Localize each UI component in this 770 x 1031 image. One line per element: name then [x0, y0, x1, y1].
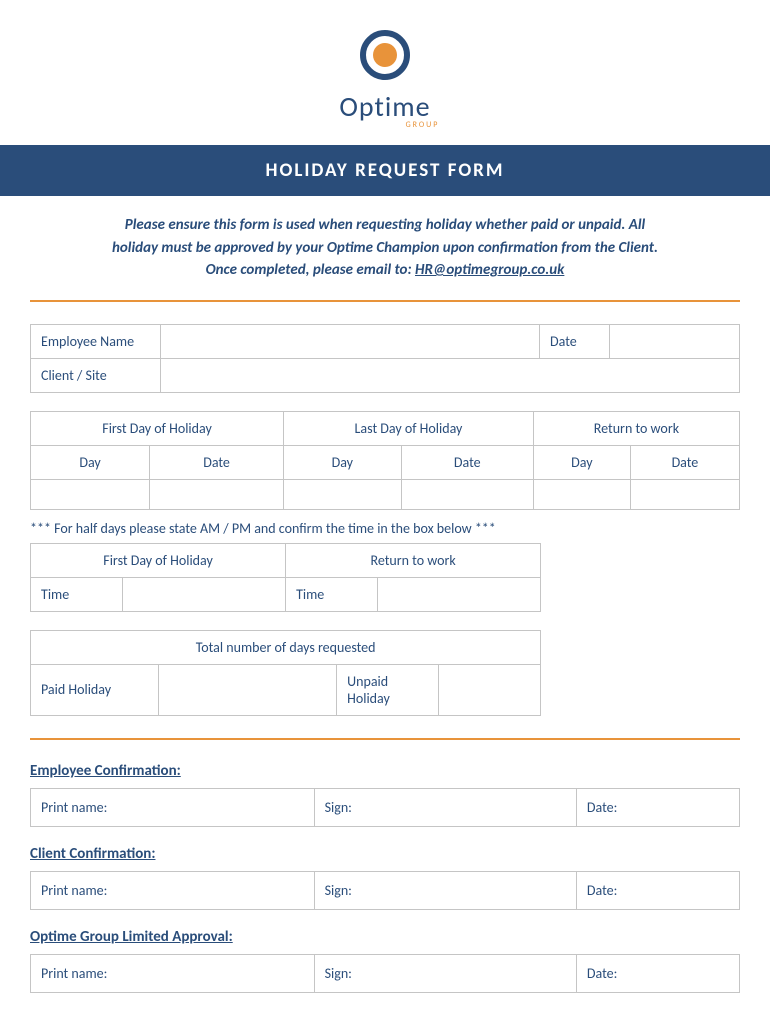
label-employee-name: Employee Name: [31, 324, 161, 358]
half-day-table: First Day of Holiday Return to work Time…: [30, 543, 541, 612]
table-row: Client / Site: [31, 358, 740, 392]
sub-date-2: Date: [401, 445, 533, 479]
input-return-day[interactable]: [533, 479, 630, 509]
instructions-block: Please ensure this form is used when req…: [30, 196, 740, 298]
table-row: First Day of Holiday Last Day of Holiday…: [31, 411, 740, 445]
holiday-dates-table: First Day of Holiday Last Day of Holiday…: [30, 411, 740, 510]
input-first-day[interactable]: [31, 479, 150, 509]
input-employee-name[interactable]: [161, 324, 540, 358]
label-client-date[interactable]: Date:: [576, 871, 739, 909]
instructions-line2: holiday must be approved by your Optime …: [112, 239, 658, 257]
label-client-sign[interactable]: Sign:: [314, 871, 576, 909]
header-hd-return: Return to work: [286, 543, 541, 577]
label-time-1: Time: [31, 577, 123, 611]
table-row: Paid Holiday Unpaid Holiday: [31, 664, 541, 715]
sub-day-3: Day: [533, 445, 630, 479]
page-container: Optime GROUP HOLIDAY REQUEST FORM Please…: [0, 0, 770, 1031]
table-row: Print name: Sign: Date:: [31, 788, 740, 826]
label-optime-print[interactable]: Print name:: [31, 954, 315, 992]
heading-optime-approval: Optime Group Limited Approval:: [30, 928, 740, 946]
label-client-site: Client / Site: [31, 358, 161, 392]
table-row: First Day of Holiday Return to work: [31, 543, 541, 577]
table-row: Total number of days requested: [31, 630, 541, 664]
label-time-2: Time: [286, 577, 378, 611]
sub-date-3: Date: [630, 445, 739, 479]
label-optime-sign[interactable]: Sign:: [314, 954, 576, 992]
instructions-line1: Please ensure this form is used when req…: [125, 216, 645, 234]
instructions-email: HR@optimegroup.co.uk: [415, 261, 564, 279]
employee-info-table: Employee Name Date Client / Site: [30, 324, 740, 393]
header-return: Return to work: [533, 411, 739, 445]
label-emp-print[interactable]: Print name:: [31, 788, 315, 826]
half-day-note: *** For half days please state AM / PM a…: [30, 520, 740, 537]
header-hd-first: First Day of Holiday: [31, 543, 286, 577]
input-return-date[interactable]: [630, 479, 739, 509]
logo-brand-text: Optime: [30, 89, 740, 124]
heading-employee-conf: Employee Confirmation:: [30, 762, 740, 780]
header-last-day: Last Day of Holiday: [284, 411, 534, 445]
table-row: Print name: Sign: Date:: [31, 954, 740, 992]
divider-orange-top: [30, 300, 740, 302]
header-total-days: Total number of days requested: [31, 630, 541, 664]
optime-approval-table: Print name: Sign: Date:: [30, 954, 740, 993]
heading-client-conf: Client Confirmation:: [30, 845, 740, 863]
sub-day-2: Day: [284, 445, 402, 479]
divider-orange-bottom: [30, 738, 740, 740]
table-row: [31, 479, 740, 509]
logo-area: Optime GROUP: [30, 20, 740, 145]
label-optime-date[interactable]: Date:: [576, 954, 739, 992]
table-row: Day Date Day Date Day Date: [31, 445, 740, 479]
sub-day-1: Day: [31, 445, 150, 479]
input-paid[interactable]: [158, 664, 337, 715]
client-confirmation-table: Print name: Sign: Date:: [30, 871, 740, 910]
table-row: Print name: Sign: Date:: [31, 871, 740, 909]
input-unpaid[interactable]: [439, 664, 541, 715]
input-client-site[interactable]: [161, 358, 740, 392]
label-emp-date[interactable]: Date:: [576, 788, 739, 826]
label-client-print[interactable]: Print name:: [31, 871, 315, 909]
input-time-return[interactable]: [377, 577, 540, 611]
logo-icon: [360, 30, 410, 80]
employee-confirmation-table: Print name: Sign: Date:: [30, 788, 740, 827]
input-last-date[interactable]: [401, 479, 533, 509]
input-first-date[interactable]: [150, 479, 284, 509]
label-emp-sign[interactable]: Sign:: [314, 788, 576, 826]
input-date[interactable]: [610, 324, 740, 358]
input-time-first[interactable]: [122, 577, 285, 611]
header-first-day: First Day of Holiday: [31, 411, 284, 445]
instructions-line3-prefix: Once completed, please email to:: [206, 261, 415, 279]
table-row: Time Time: [31, 577, 541, 611]
label-unpaid: Unpaid Holiday: [337, 664, 439, 715]
days-requested-table: Total number of days requested Paid Holi…: [30, 630, 541, 716]
input-last-day[interactable]: [284, 479, 402, 509]
label-paid: Paid Holiday: [31, 664, 159, 715]
table-row: Employee Name Date: [31, 324, 740, 358]
logo-sub-text: GROUP: [105, 120, 740, 130]
sub-date-1: Date: [150, 445, 284, 479]
label-date: Date: [540, 324, 610, 358]
form-title: HOLIDAY REQUEST FORM: [0, 145, 770, 196]
